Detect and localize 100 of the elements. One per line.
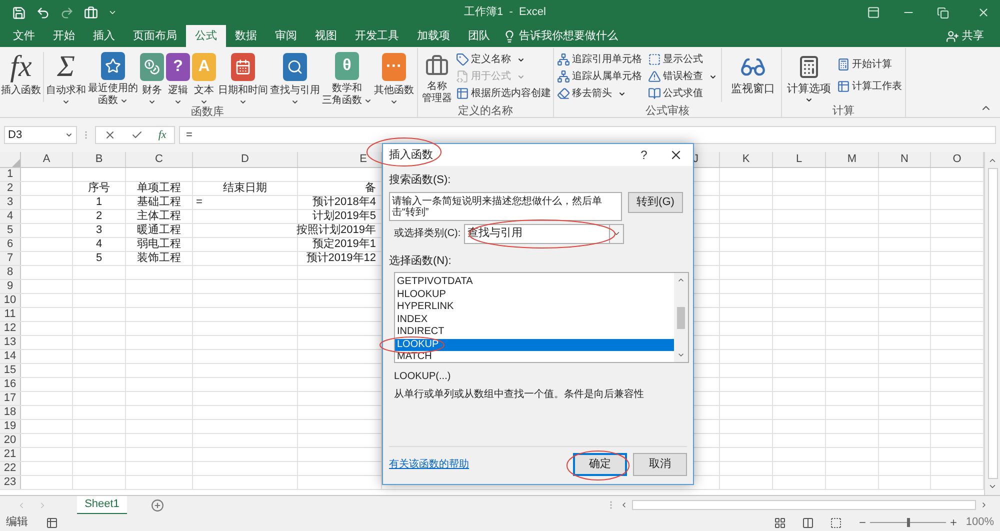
ribbon-tab[interactable]: 公式 bbox=[186, 25, 226, 47]
scroll-right-icon[interactable] bbox=[980, 501, 988, 509]
column-header[interactable]: K bbox=[720, 152, 773, 167]
ribbon-tab[interactable]: 页面布局 bbox=[124, 25, 186, 47]
ribbon-display-options-icon[interactable] bbox=[867, 6, 880, 19]
scroll-down-icon[interactable] bbox=[988, 482, 997, 491]
column-header[interactable]: L bbox=[773, 152, 826, 167]
row-header[interactable]: 17 bbox=[0, 392, 21, 405]
ribbon-button[interactable]: Σ 自动求和 bbox=[45, 48, 87, 106]
watch-window-button[interactable]: 监视窗口 bbox=[728, 48, 778, 95]
zoom-level[interactable]: 100% bbox=[966, 514, 994, 531]
scrollbar-thumb[interactable] bbox=[677, 307, 685, 329]
close-icon[interactable] bbox=[977, 6, 990, 19]
cancel-icon[interactable] bbox=[104, 129, 116, 141]
row-header[interactable]: 9 bbox=[0, 280, 21, 293]
help-link[interactable]: 有关该函数的帮助 bbox=[389, 457, 573, 472]
row-header[interactable]: 20 bbox=[0, 434, 21, 447]
function-list-item[interactable]: INDEX bbox=[395, 314, 674, 326]
list-scrollbar[interactable] bbox=[674, 273, 688, 362]
ribbon-button[interactable]: 移去箭头 bbox=[557, 85, 642, 102]
row-header[interactable]: 2 bbox=[0, 182, 21, 195]
row-header[interactable]: 5 bbox=[0, 224, 21, 237]
ribbon-tab[interactable]: 开发工具 bbox=[346, 25, 408, 47]
ribbon-button[interactable]: 财务 bbox=[139, 48, 165, 106]
row-header[interactable]: 19 bbox=[0, 420, 21, 433]
ribbon-tab[interactable]: 数据 bbox=[226, 25, 266, 47]
scroll-up-icon[interactable] bbox=[988, 156, 997, 165]
row-header[interactable]: 3 bbox=[0, 196, 21, 209]
normal-view-icon[interactable] bbox=[774, 516, 786, 528]
row-header[interactable]: 14 bbox=[0, 350, 21, 363]
ribbon-button[interactable]: 计算工作表 bbox=[837, 78, 902, 95]
ribbon-button[interactable]: 公式求值 bbox=[648, 85, 717, 102]
row-header[interactable]: 18 bbox=[0, 406, 21, 419]
function-list-item[interactable]: HLOOKUP bbox=[395, 288, 674, 301]
name-manager-button[interactable]: 名称 管理器 bbox=[420, 48, 454, 105]
ribbon-button[interactable]: 显示公式 bbox=[648, 51, 717, 68]
customize-toolbar-icon[interactable] bbox=[108, 8, 117, 17]
ribbon-button[interactable]: θ 数学和 三角函数 bbox=[321, 48, 373, 106]
column-header[interactable]: B bbox=[73, 152, 126, 167]
calculation-options-button[interactable]: 计算选项 bbox=[785, 48, 833, 104]
row-header[interactable]: 15 bbox=[0, 364, 21, 377]
column-header[interactable]: N bbox=[879, 152, 931, 167]
zoom-slider-thumb[interactable] bbox=[906, 518, 910, 527]
enter-icon[interactable] bbox=[131, 129, 144, 141]
ribbon-button[interactable]: 追踪引用单元格 bbox=[557, 51, 642, 68]
name-box[interactable]: D3 bbox=[4, 126, 77, 144]
row-header[interactable]: 21 bbox=[0, 448, 21, 461]
scroll-left-icon[interactable] bbox=[620, 501, 628, 509]
column-header[interactable]: D bbox=[193, 152, 298, 167]
horizontal-scrollbar[interactable] bbox=[620, 498, 988, 512]
ribbon-button[interactable]: fx 插入函数 bbox=[0, 48, 42, 106]
cancel-button[interactable]: 取消 bbox=[633, 453, 687, 476]
ribbon-button[interactable]: ··· 其他函数 bbox=[373, 48, 415, 106]
undo-icon[interactable] bbox=[36, 6, 50, 20]
ribbon-button[interactable]: 开始计算 bbox=[837, 56, 902, 73]
function-list-item[interactable]: LOOKUP bbox=[395, 338, 674, 351]
ribbon-button[interactable]: 错误检查 bbox=[648, 68, 717, 85]
column-header[interactable]: A bbox=[21, 152, 73, 167]
zoom-slider[interactable] bbox=[870, 518, 946, 527]
ribbon-button[interactable]: 日期和时间 bbox=[217, 48, 269, 106]
ribbon-tab[interactable]: 团队 bbox=[459, 25, 499, 47]
ribbon-tab[interactable]: 审阅 bbox=[266, 25, 306, 47]
restore-icon[interactable] bbox=[937, 6, 949, 18]
ribbon-button[interactable]: ? 逻辑 bbox=[165, 48, 191, 106]
zoom-in-icon[interactable] bbox=[948, 518, 958, 527]
ribbon-button[interactable]: 最近使用的 函数 bbox=[87, 48, 139, 106]
sheet-tab[interactable]: Sheet1 bbox=[77, 496, 127, 514]
ribbon-button[interactable]: A 文本 bbox=[191, 48, 217, 106]
row-header[interactable]: 7 bbox=[0, 252, 21, 265]
help-button[interactable]: ? bbox=[629, 146, 659, 164]
search-field[interactable]: 请输入一条简短说明来描述您想做什么，然后单击“转到” bbox=[389, 192, 622, 220]
ribbon-button[interactable]: 追踪从属单元格 bbox=[557, 68, 642, 85]
page-layout-icon[interactable] bbox=[802, 516, 814, 528]
row-header[interactable]: 4 bbox=[0, 210, 21, 223]
ribbon-tab[interactable]: 开始 bbox=[44, 25, 84, 47]
ribbon-tab[interactable]: 加载项 bbox=[408, 25, 459, 47]
row-header[interactable]: 6 bbox=[0, 238, 21, 251]
function-list-item[interactable]: INDIRECT bbox=[395, 326, 674, 338]
ribbon-button[interactable]: 根据所选内容创建 bbox=[456, 85, 551, 102]
row-header[interactable]: 23 bbox=[0, 476, 21, 489]
ribbon-tab[interactable]: 插入 bbox=[84, 25, 124, 47]
ribbon-tab[interactable]: 视图 bbox=[306, 25, 346, 47]
scroll-down-icon[interactable] bbox=[677, 351, 685, 359]
row-header[interactable]: 13 bbox=[0, 336, 21, 349]
share-button[interactable]: 共享 bbox=[946, 25, 984, 47]
column-header[interactable]: C bbox=[126, 152, 193, 167]
go-button[interactable]: 转到(G) bbox=[628, 192, 683, 212]
vertical-scrollbar[interactable] bbox=[984, 152, 1000, 495]
tell-me-field[interactable]: 告诉我你想要做什么 bbox=[503, 25, 618, 47]
ribbon-button[interactable]: 查找与引用 bbox=[269, 48, 321, 106]
column-header[interactable]: M bbox=[826, 152, 879, 167]
formula-field[interactable]: = bbox=[179, 126, 996, 144]
ribbon-button[interactable]: 定义名称 bbox=[456, 51, 551, 68]
row-header[interactable]: 10 bbox=[0, 294, 21, 307]
scroll-up-icon[interactable] bbox=[677, 276, 685, 284]
row-header[interactable]: 8 bbox=[0, 266, 21, 279]
function-list-item[interactable]: HYPERLINK bbox=[395, 301, 674, 314]
row-header[interactable]: 1 bbox=[0, 168, 21, 181]
row-header[interactable]: 22 bbox=[0, 462, 21, 475]
save-icon[interactable] bbox=[12, 6, 26, 20]
